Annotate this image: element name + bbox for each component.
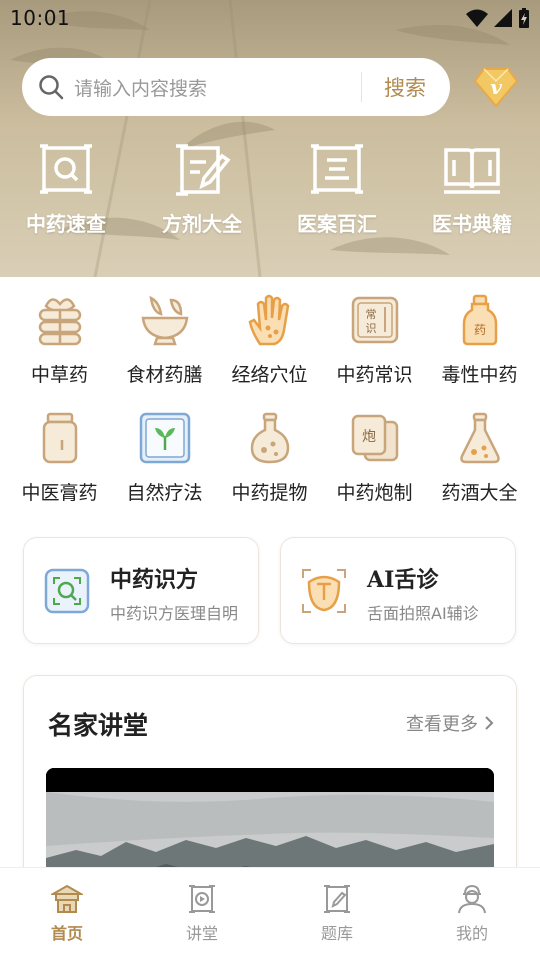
quick-link-label: 医书典籍: [432, 212, 512, 236]
ointment-jar-icon: [42, 412, 77, 464]
quick-link-label: 中药速查: [26, 212, 106, 236]
case-scroll-icon: [311, 144, 363, 194]
lecture-play-icon: [189, 885, 215, 913]
tongue-scan-icon: [302, 569, 346, 613]
tab-label: 题库: [320, 924, 353, 943]
vip-diamond-icon[interactable]: v: [474, 67, 518, 107]
flask-icon: [250, 412, 289, 464]
tab-label: 我的: [455, 924, 488, 943]
open-book-icon: [444, 148, 500, 194]
category-toxic-herbs[interactable]: 药 毒性中药: [427, 292, 532, 387]
svg-text:炮: 炮: [362, 429, 376, 445]
quick-link-prescriptions[interactable]: 方剂大全: [142, 142, 262, 237]
status-bar: 10:01: [0, 0, 540, 36]
category-extracts[interactable]: 中药提物: [217, 410, 322, 505]
wine-flask-icon: [459, 412, 500, 464]
scan-herb-icon: [44, 568, 90, 614]
feature-title: 中药识方: [110, 567, 199, 593]
feature-subtitle: 中药识方医理自明: [110, 604, 239, 623]
question-bank-icon: [324, 885, 350, 913]
profile-icon: [458, 884, 486, 914]
category-meridians[interactable]: 经络穴位: [217, 292, 322, 387]
signal-icon: [494, 9, 512, 27]
search-input[interactable]: 请输入内容搜索: [74, 74, 207, 101]
feature-subtitle: 舌面拍照AI辅诊: [367, 604, 479, 623]
wifi-icon: [466, 9, 488, 27]
category-label: 中药常识: [336, 364, 413, 386]
search-button[interactable]: 搜索: [384, 72, 426, 102]
svg-text:药: 药: [473, 323, 485, 337]
chevron-right-icon: [485, 716, 494, 730]
prescription-edit-icon: [176, 144, 231, 196]
category-medicinal-wine[interactable]: 药酒大全: [427, 410, 532, 505]
quick-link-classics[interactable]: 医书典籍: [412, 142, 532, 237]
category-ointments[interactable]: 中医膏药: [7, 410, 112, 505]
hand-acupoint-icon: [248, 294, 289, 346]
view-more-label: 查看更多: [406, 714, 478, 735]
home-temple-icon: [51, 884, 83, 913]
quick-link-label: 医案百汇: [297, 212, 377, 236]
category-label: 自然疗法: [126, 482, 203, 504]
status-time: 10:01: [10, 6, 71, 30]
section-title: 名家讲堂: [48, 711, 149, 740]
vip-letter: v: [490, 75, 502, 99]
knowledge-card-icon: 常 识: [351, 296, 398, 344]
quick-links: 中药速查 方剂大全 医案百汇 医书典籍: [0, 142, 540, 242]
search-bar[interactable]: 请输入内容搜索 搜索: [22, 58, 450, 116]
quick-link-cases[interactable]: 医案百汇: [277, 142, 397, 237]
category-herbs[interactable]: 中草药: [7, 292, 112, 387]
battery-icon: [519, 8, 529, 28]
status-icons: [466, 8, 530, 28]
category-label: 药酒大全: [441, 482, 518, 504]
svg-text:识: 识: [365, 322, 376, 335]
mortar-bowl-icon: [141, 295, 188, 346]
bottom-nav: 首页 讲堂 题库 我的: [0, 867, 540, 960]
feature-card-ai-tongue[interactable]: AI舌诊 舌面拍照AI辅诊: [280, 537, 516, 644]
quick-link-herb-lookup[interactable]: 中药速查: [6, 142, 126, 237]
header-banner: 10:01 请输入内容搜索 搜索 v 中药速查 方剂大全 医案百汇 医书典籍: [0, 0, 540, 277]
feature-card-herb-identify[interactable]: 中药识方 中药识方医理自明: [23, 537, 259, 644]
view-more-link[interactable]: 查看更多: [406, 710, 494, 736]
tab-question-bank[interactable]: 题库: [292, 884, 382, 944]
feature-title: AI舌诊: [367, 567, 439, 593]
herb-search-scroll-icon: [40, 144, 92, 194]
herb-bundle-icon: [38, 298, 81, 346]
category-label: 中草药: [30, 364, 88, 386]
category-natural-therapy[interactable]: 自然疗法: [112, 410, 217, 505]
category-label: 食材药膳: [126, 364, 203, 386]
svg-text:常: 常: [365, 308, 376, 321]
leaf-frame-icon: [139, 412, 190, 464]
tab-profile[interactable]: 我的: [427, 884, 517, 944]
category-label: 中医膏药: [21, 482, 98, 504]
tab-home[interactable]: 首页: [22, 884, 112, 944]
poison-bottle-icon: 药: [462, 294, 497, 346]
category-label: 毒性中药: [441, 364, 518, 386]
category-processing[interactable]: 炮 中药炮制: [322, 410, 427, 505]
search-icon: [39, 75, 64, 100]
tab-label: 首页: [50, 924, 83, 943]
category-label: 经络穴位: [231, 364, 308, 386]
category-food-therapy[interactable]: 食材药膳: [112, 292, 217, 387]
tab-lecture[interactable]: 讲堂: [157, 884, 247, 944]
category-label: 中药炮制: [336, 482, 413, 504]
quick-link-label: 方剂大全: [162, 212, 242, 236]
processing-cards-icon: 炮: [351, 414, 398, 462]
search-divider: [361, 72, 362, 102]
category-knowledge[interactable]: 常 识 中药常识: [322, 292, 427, 387]
category-label: 中药提物: [231, 482, 308, 504]
tab-label: 讲堂: [185, 924, 218, 943]
